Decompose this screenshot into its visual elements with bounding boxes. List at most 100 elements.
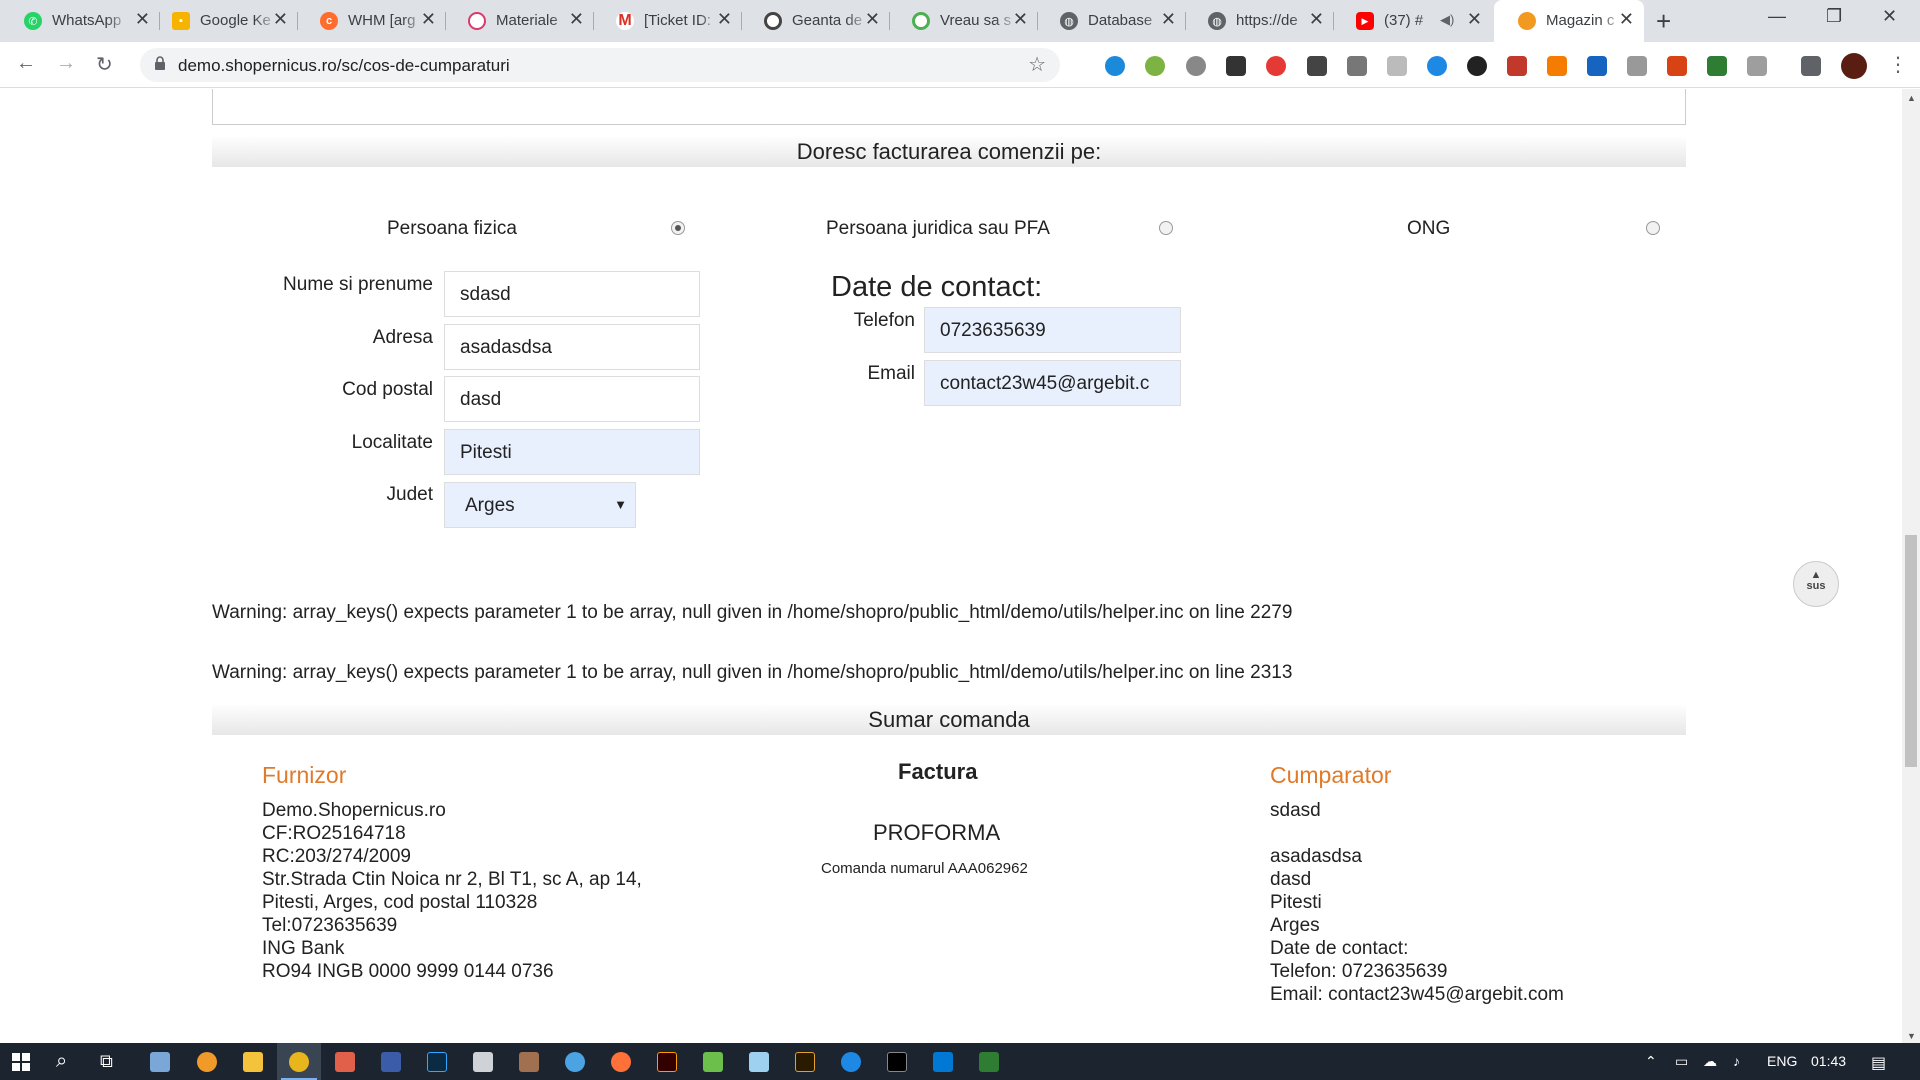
page-scrollbar[interactable]: ▲ ▼ — [1902, 89, 1920, 1043]
address-field[interactable]: asadasdsa — [444, 324, 700, 370]
frog-extension-icon[interactable] — [1707, 56, 1727, 76]
close-icon[interactable]: ✕ — [1161, 9, 1176, 30]
volume-icon[interactable]: ♪ — [1733, 1053, 1740, 1069]
name-field[interactable]: sdasd — [444, 271, 700, 317]
messenger-extension-icon[interactable] — [1427, 56, 1447, 76]
battery-icon[interactable]: ▭ — [1675, 1053, 1688, 1070]
search-icon[interactable]: ⌕ — [56, 1050, 67, 1073]
star-extension-icon[interactable] — [1266, 56, 1286, 76]
app-3d-icon[interactable] — [150, 1052, 170, 1072]
app-cloud-icon[interactable] — [565, 1052, 585, 1072]
radio-persoana-juridica[interactable] — [1159, 221, 1173, 235]
buyer-line: Date de contact: — [1270, 938, 1409, 959]
mail-extension-icon[interactable] — [1667, 56, 1687, 76]
illustrator-icon[interactable] — [657, 1052, 677, 1072]
app-note-icon[interactable] — [749, 1052, 769, 1072]
close-icon[interactable]: ✕ — [1309, 9, 1324, 30]
maps-icon[interactable] — [841, 1052, 861, 1072]
m-extension-icon[interactable] — [1226, 56, 1246, 76]
app-chart-icon[interactable] — [197, 1052, 217, 1072]
vscode-icon[interactable] — [933, 1052, 953, 1072]
app-screen-icon[interactable] — [979, 1052, 999, 1072]
radio-ong[interactable] — [1646, 221, 1660, 235]
address-bar[interactable]: demo.shopernicus.ro/sc/cos-de-cumparatur… — [140, 48, 1060, 82]
menu-kebab-icon[interactable]: ⋮ — [1888, 52, 1908, 77]
reload-icon[interactable]: ↻ — [96, 52, 113, 77]
clock[interactable]: 01:43 — [1811, 1053, 1846, 1069]
firefox-icon[interactable] — [611, 1052, 631, 1072]
close-icon[interactable]: ✕ — [1013, 9, 1028, 30]
k-extension-icon[interactable] — [1467, 56, 1487, 76]
photoshop-icon[interactable] — [427, 1052, 447, 1072]
supplier-line: Pitesti, Arges, cod postal 110328 — [262, 892, 538, 913]
file-explorer-icon[interactable] — [243, 1052, 263, 1072]
tab-vreau[interactable]: Vreau sa s ✕ — [888, 0, 1038, 42]
tab-title: Geanta de — [792, 12, 863, 29]
bookmark-star-icon[interactable]: ☆ — [1028, 52, 1046, 77]
app-box-icon[interactable] — [335, 1052, 355, 1072]
avatar[interactable] — [1841, 53, 1867, 79]
seo-extension-icon[interactable] — [1387, 56, 1407, 76]
notifications-icon[interactable]: ▤ — [1871, 1053, 1886, 1073]
window-extension-icon[interactable] — [1627, 56, 1647, 76]
sync-extension-icon[interactable] — [1105, 56, 1125, 76]
city-field[interactable]: Pitesti — [444, 429, 700, 475]
tab-https[interactable]: ◍ https://de ✕ — [1184, 0, 1334, 42]
tab-whatsapp[interactable]: ✆ WhatsApp ✕ — [0, 0, 160, 42]
close-icon[interactable]: ✕ — [865, 9, 880, 30]
close-icon[interactable]: ✕ — [421, 9, 436, 30]
previous-section-box — [212, 89, 1686, 125]
tab-database[interactable]: ◍ Database ✕ — [1036, 0, 1186, 42]
restore-icon[interactable]: ❐ — [1826, 6, 1842, 27]
close-icon[interactable]: ✕ — [1619, 9, 1634, 30]
bridge-icon[interactable] — [795, 1052, 815, 1072]
cube-extension-icon[interactable] — [1747, 56, 1767, 76]
screen-extension-icon[interactable] — [1587, 56, 1607, 76]
tab-geanta[interactable]: Geanta de ✕ — [740, 0, 890, 42]
tab-youtube[interactable]: ▶ (37) # ◀) ✕ — [1332, 0, 1492, 42]
close-icon[interactable]: ✕ — [569, 9, 584, 30]
chrome-icon[interactable] — [289, 1052, 309, 1072]
terminal-icon[interactable] — [887, 1052, 907, 1072]
eyedropper-extension-icon[interactable] — [1307, 56, 1327, 76]
tab-ticket[interactable]: M [Ticket ID: ✕ — [592, 0, 742, 42]
media-controls-icon[interactable] — [1801, 56, 1821, 76]
county-select[interactable]: Arges ▼ — [444, 482, 636, 528]
scroll-top-button[interactable]: ▲ sus — [1793, 561, 1839, 607]
close-icon[interactable]: ✕ — [717, 9, 732, 30]
new-tab-button[interactable]: + — [1656, 6, 1671, 37]
gear-extension-icon[interactable] — [1186, 56, 1206, 76]
badge-extension-icon[interactable] — [1547, 56, 1567, 76]
tab-materiale[interactable]: Materiale ✕ — [444, 0, 594, 42]
scroll-up-icon[interactable]: ▲ — [1907, 93, 1916, 103]
tab-google-keep[interactable]: ▪ Google Ke ✕ — [148, 0, 298, 42]
app-leaf-icon[interactable] — [703, 1052, 723, 1072]
email-field[interactable]: contact23w45@argebit.c — [924, 360, 1181, 406]
drive-extension-icon[interactable] — [1347, 56, 1367, 76]
speaker-icon[interactable]: ◀) — [1440, 12, 1454, 28]
language-indicator[interactable]: ENG — [1767, 1053, 1797, 1069]
fifty-extension-icon[interactable] — [1145, 56, 1165, 76]
save-app-icon[interactable] — [381, 1052, 401, 1072]
phone-field[interactable]: 0723635639 — [924, 307, 1181, 353]
tab-title: Google Ke — [200, 12, 271, 29]
minimize-icon[interactable]: — — [1768, 6, 1786, 27]
scroll-down-icon[interactable]: ▼ — [1907, 1031, 1916, 1041]
window-close-icon[interactable]: ✕ — [1882, 6, 1897, 27]
back-icon[interactable]: ← — [16, 52, 36, 75]
pdf-extension-icon[interactable] — [1507, 56, 1527, 76]
app-game-icon[interactable] — [519, 1052, 539, 1072]
windows-start-icon[interactable] — [12, 1053, 30, 1071]
close-icon[interactable]: ✕ — [1467, 9, 1482, 30]
postal-code-field[interactable]: dasd — [444, 376, 700, 422]
task-view-icon[interactable]: ⧉ — [100, 1051, 113, 1072]
forward-icon[interactable]: → — [56, 52, 76, 75]
close-icon[interactable]: ✕ — [273, 9, 288, 30]
tray-chevron-up-icon[interactable]: ⌃ — [1645, 1053, 1657, 1070]
tab-magazin[interactable]: Magazin c ✕ — [1494, 0, 1644, 42]
calculator-icon[interactable] — [473, 1052, 493, 1072]
scrollbar-thumb[interactable] — [1905, 535, 1917, 767]
radio-persoana-fizica[interactable] — [671, 221, 685, 235]
cloud-icon[interactable]: ☁ — [1703, 1053, 1717, 1070]
tab-whm[interactable]: c WHM [arg ✕ — [296, 0, 446, 42]
